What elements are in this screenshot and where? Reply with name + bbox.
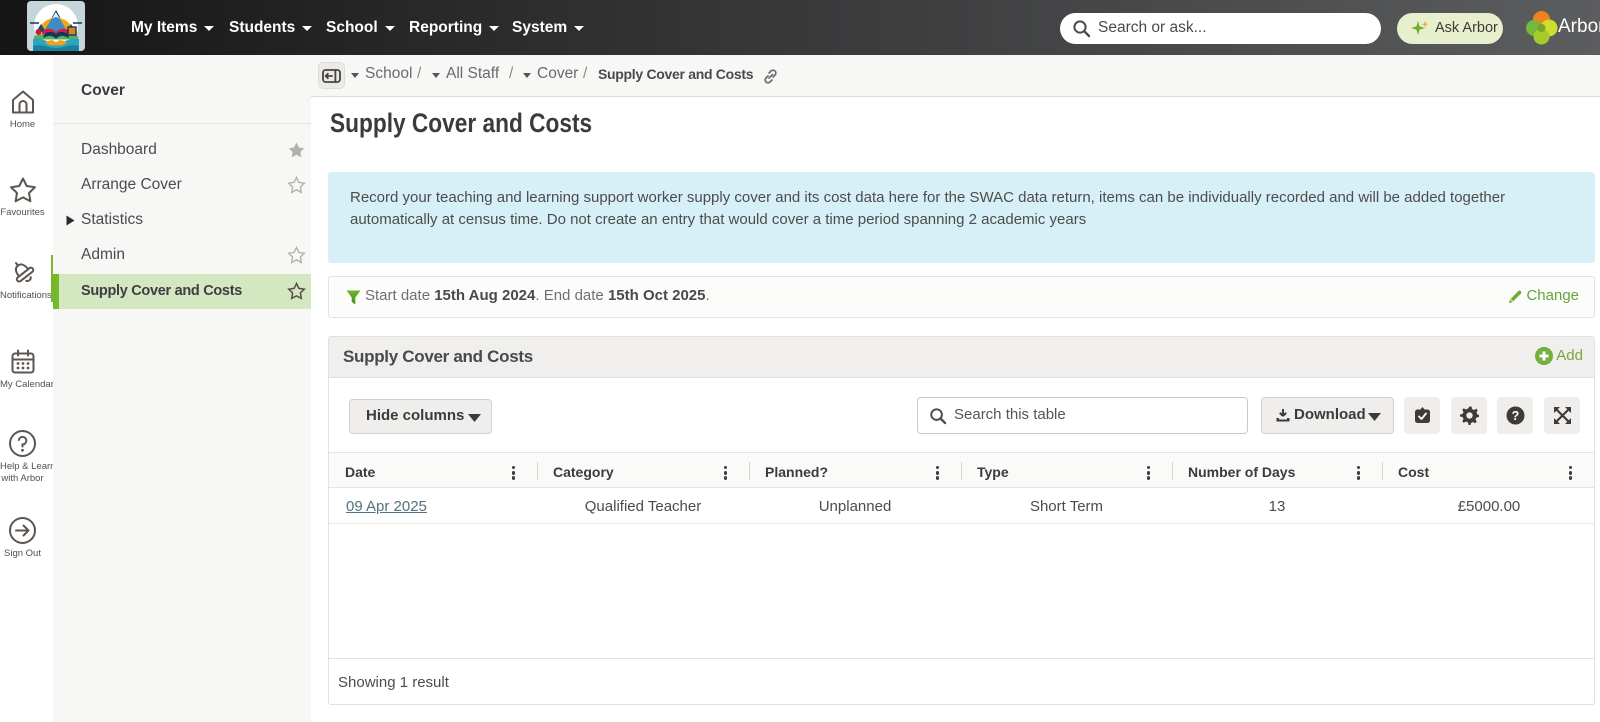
svg-text:?: ?	[1511, 409, 1519, 423]
